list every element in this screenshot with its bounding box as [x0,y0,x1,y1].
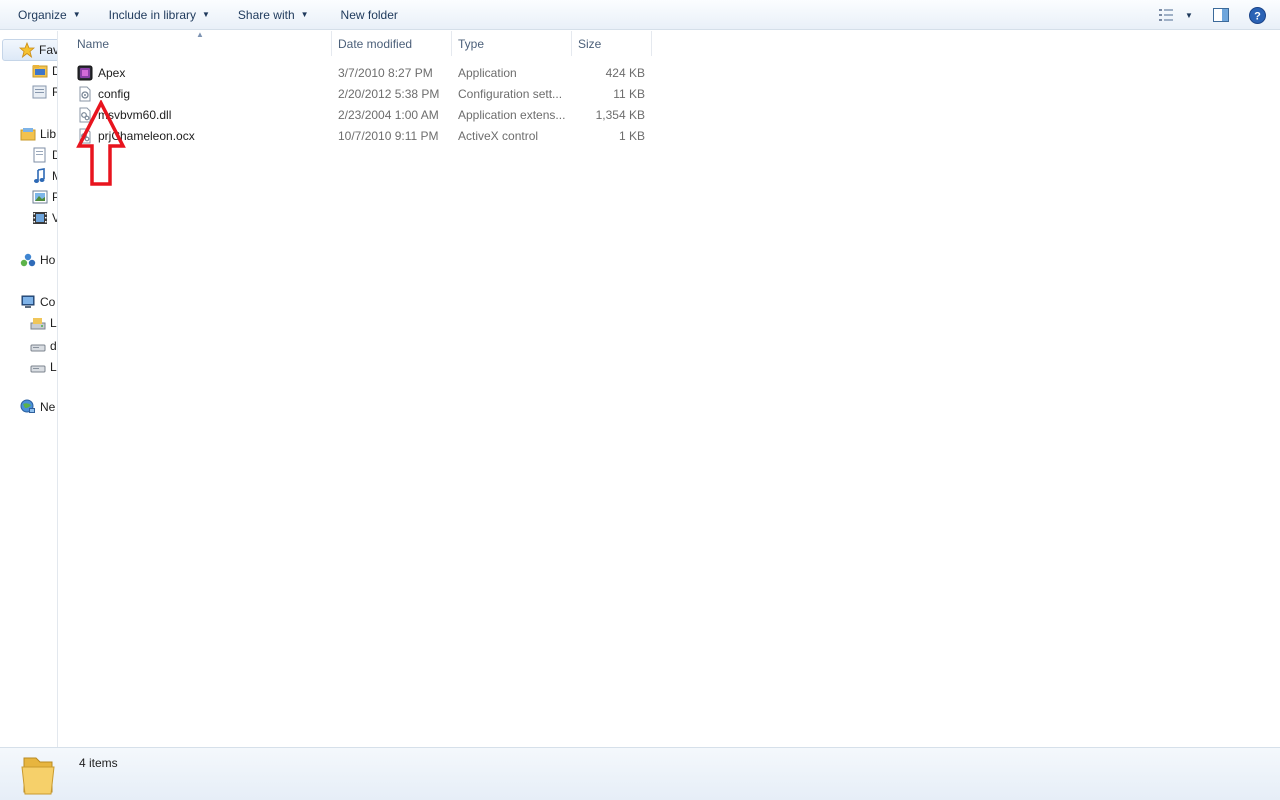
include-in-library-label: Include in library [108,7,196,22]
drive-icon [30,315,46,331]
nav-label: D [52,64,57,78]
nav-videos[interactable]: V [32,208,57,228]
file-row-prjchameleon[interactable]: prjChameleon.ocx 10/7/2010 9:11 PM Activ… [59,125,659,146]
nav-computer[interactable]: Co [20,292,55,312]
library-icon [20,126,36,142]
nav-label: V [52,211,57,225]
nav-label: L [50,360,57,374]
nav-label: M [52,169,57,183]
item-count: 4 items [79,756,118,770]
nav-label: Fav [39,43,58,57]
red-up-arrow-annotation [76,100,126,186]
column-header-date-modified[interactable]: Date modified [332,31,452,56]
file-date: 10/7/2010 9:11 PM [338,128,439,143]
file-name-cell: Apex [59,65,332,81]
file-name: config [98,86,131,101]
network-icon [20,399,36,415]
homegroup-icon [20,252,36,268]
new-folder-button[interactable]: New folder [333,3,406,27]
sort-ascending-icon: ▲ [196,30,204,39]
column-header-date-label: Date modified [338,36,413,51]
file-size: 424 KB [605,65,645,80]
star-icon [18,41,36,59]
file-name: Apex [98,65,126,80]
nav-libraries[interactable]: Lib [20,124,56,144]
new-folder-label: New folder [340,7,398,22]
file-type: Configuration sett... [458,86,563,101]
file-row-config[interactable]: config 2/20/2012 5:38 PM Configuration s… [59,83,659,104]
pictures-icon [32,189,48,205]
nav-label: Lib [40,127,57,141]
file-type: ActiveX control [458,128,539,143]
share-with-button[interactable]: Share with ▼ [230,3,317,27]
navigation-pane: Fav D R Lib D M P [0,31,58,747]
column-headers: ▲ Name Date modified Type Size [59,30,1280,56]
music-icon [32,168,48,184]
nav-drive-l[interactable]: L [30,357,57,377]
share-with-label: Share with [237,7,295,22]
include-in-library-button[interactable]: Include in library ▼ [101,3,218,27]
column-header-name-label: Name [77,36,110,51]
nav-label: D [52,148,57,162]
nav-documents[interactable]: D [32,145,57,165]
svg-text:?: ? [1254,10,1261,22]
nav-label: P [52,190,57,204]
file-row-apex[interactable]: Apex 3/7/2010 8:27 PM Application 424 KB [59,62,659,83]
column-header-type-label: Type [458,36,485,51]
nav-label: L [50,316,57,330]
file-list: Apex 3/7/2010 8:27 PM Application 424 KB… [59,62,659,146]
nav-label: d [50,339,57,353]
command-bar: Organize ▼ Include in library ▼ Share wi… [0,0,1280,30]
organize-label: Organize [18,7,67,22]
file-row-msvbvm60[interactable]: msvbvm60.dll 2/23/2004 1:00 AM Applicati… [59,104,659,125]
nav-recent[interactable]: R [32,82,57,102]
file-date: 3/7/2010 8:27 PM [338,65,433,80]
folder-icon [21,757,55,795]
organize-button[interactable]: Organize ▼ [10,3,89,27]
column-header-name[interactable]: ▲ Name [59,30,332,56]
computer-icon [20,294,36,310]
nav-label: Ho [40,253,56,267]
view-dropdown-chevron-icon[interactable]: ▼ [1182,3,1196,27]
videos-icon [32,210,48,226]
nav-favorites[interactable]: Fav [2,39,58,61]
file-date: 2/23/2004 1:00 AM [338,107,439,122]
toolbar-right-group: ▼ ? [1152,3,1272,27]
file-type: Application [458,65,517,80]
preview-pane-icon[interactable] [1206,3,1236,27]
drive-icon [30,359,46,375]
help-icon[interactable]: ? [1242,3,1272,27]
file-size: 11 KB [613,86,645,101]
nav-pictures[interactable]: P [32,187,57,207]
nav-network[interactable]: Ne [20,397,55,417]
file-size: 1 KB [618,128,645,143]
nav-label: Ne [40,400,56,414]
file-size: 1,354 KB [595,107,645,122]
file-date: 2/20/2012 5:38 PM [338,86,440,101]
recent-icon [32,84,48,100]
nav-music[interactable]: M [32,166,57,186]
chevron-down-icon: ▼ [72,10,81,19]
application-icon [77,65,93,81]
column-header-size-label: Size [578,36,602,51]
chevron-down-icon: ▼ [300,10,309,19]
drive-icon [30,338,46,354]
file-type: Application extens... [458,107,566,122]
nav-desktop[interactable]: D [32,61,57,81]
chevron-down-icon: ▼ [202,10,210,19]
nav-drive-d[interactable]: d [30,336,57,356]
folder-icon [32,63,48,79]
nav-homegroup[interactable]: Ho [20,250,55,270]
column-header-type[interactable]: Type [452,31,572,56]
column-header-size[interactable]: Size [572,31,652,56]
status-bar: 4 items [0,747,1280,800]
nav-label: Co [40,295,56,309]
nav-drive-local[interactable]: L [30,313,57,333]
documents-icon [32,147,48,163]
view-options-icon[interactable] [1152,3,1182,27]
nav-label: R [52,85,57,99]
